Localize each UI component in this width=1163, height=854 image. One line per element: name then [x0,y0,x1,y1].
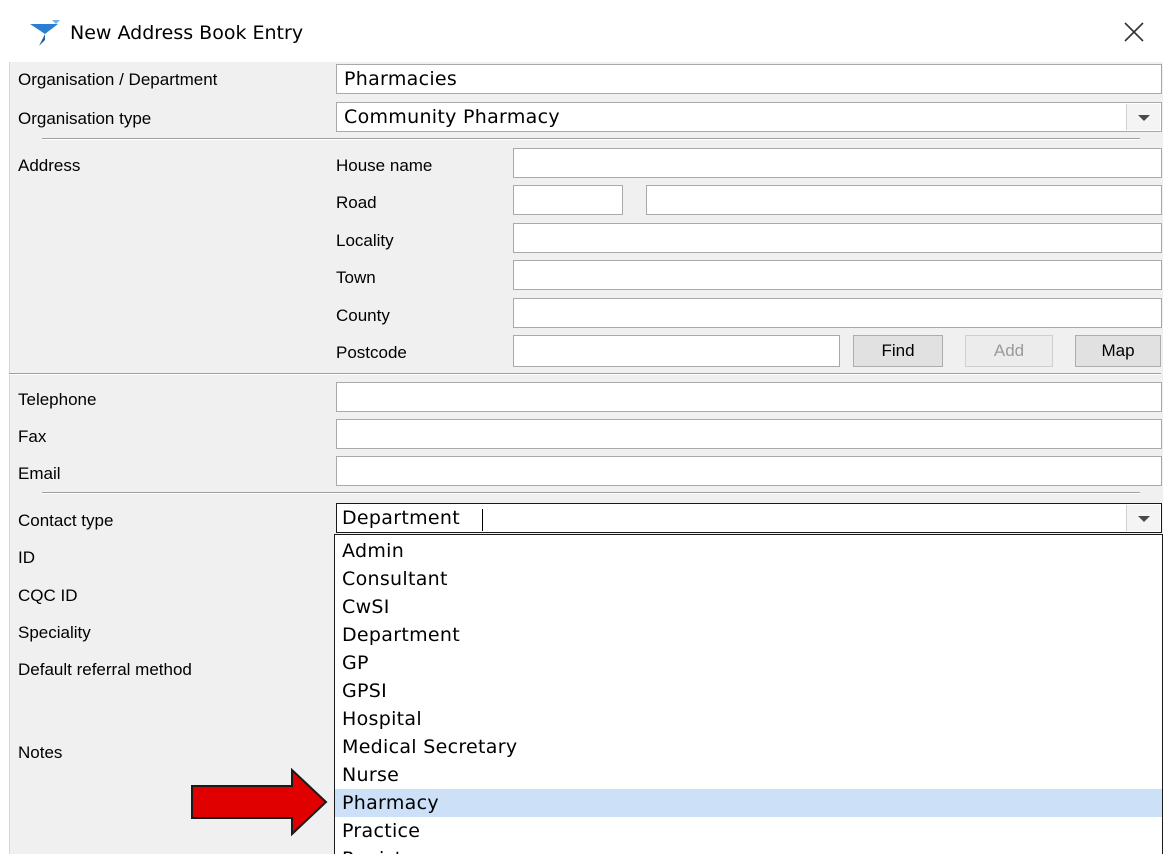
red-arrow-annotation-icon [191,768,328,837]
app-icon [30,20,60,46]
separator-1 [42,138,1140,140]
contact-type-dropdown-button[interactable] [1126,505,1160,531]
separator-2 [9,373,1161,375]
add-button[interactable]: Add [965,335,1053,367]
cqc-id-label: CQC ID [18,586,78,605]
dropdown-item-gp[interactable]: GP [335,649,1162,677]
town-label: Town [336,268,376,287]
dropdown-item-consultant[interactable]: Consultant [335,565,1162,593]
org-type-dropdown-button[interactable] [1126,104,1160,130]
chevron-down-icon [1138,115,1150,121]
telephone-input[interactable] [336,382,1162,412]
speciality-label: Speciality [18,623,91,642]
road-input[interactable] [646,185,1162,215]
contact-type-value: Department [342,507,460,529]
locality-label: Locality [336,231,394,250]
map-button[interactable]: Map [1075,335,1161,367]
org-type-select[interactable]: Community Pharmacy [336,102,1162,132]
county-label: County [336,306,390,325]
find-button[interactable]: Find [853,335,943,367]
org-type-value: Community Pharmacy [344,106,560,128]
telephone-label: Telephone [18,390,97,409]
title-bar: New Address Book Entry [0,0,1163,62]
chevron-down-icon [1138,516,1150,522]
email-label: Email [18,464,61,483]
county-input[interactable] [513,298,1162,328]
dropdown-item-gpsi[interactable]: GPSI [335,677,1162,705]
fax-label: Fax [18,427,47,446]
house-name-input[interactable] [513,148,1162,178]
postcode-label: Postcode [336,343,407,362]
dropdown-item-practice[interactable]: Practice [335,817,1162,845]
road-number-input[interactable] [513,185,623,215]
separator-3 [42,492,1140,494]
dropdown-item-cwsi[interactable]: CwSI [335,593,1162,621]
contact-type-label: Contact type [18,511,114,530]
dropdown-item-nurse[interactable]: Nurse [335,761,1162,789]
dropdown-item-department[interactable]: Department [335,621,1162,649]
locality-input[interactable] [513,223,1162,253]
dropdown-item-pharmacy[interactable]: Pharmacy [335,789,1162,817]
town-input[interactable] [513,260,1162,290]
contact-type-select[interactable]: Department [336,503,1162,533]
referral-label: Default referral method [18,660,192,679]
dropdown-item-registrar[interactable]: Registrar [335,845,1162,854]
address-label: Address [18,156,81,175]
org-input[interactable]: Pharmacies [336,64,1162,94]
house-name-label: House name [336,156,433,175]
dropdown-item-admin[interactable]: Admin [335,537,1162,565]
org-type-label: Organisation type [18,109,152,128]
text-caret [482,509,483,531]
id-label: ID [18,548,35,567]
notes-label: Notes [18,743,63,762]
fax-input[interactable] [336,419,1162,449]
org-label: Organisation / Department [18,70,218,89]
org-value: Pharmacies [344,68,458,90]
window-title: New Address Book Entry [70,22,304,44]
road-label: Road [336,193,377,212]
contact-type-dropdown-list[interactable]: Admin Consultant CwSI Department GP GPSI… [334,534,1163,854]
postcode-input[interactable] [513,335,840,367]
dropdown-item-medical-secretary[interactable]: Medical Secretary [335,733,1162,761]
dropdown-item-hospital[interactable]: Hospital [335,705,1162,733]
email-input[interactable] [336,456,1162,486]
close-icon[interactable] [1118,16,1150,48]
